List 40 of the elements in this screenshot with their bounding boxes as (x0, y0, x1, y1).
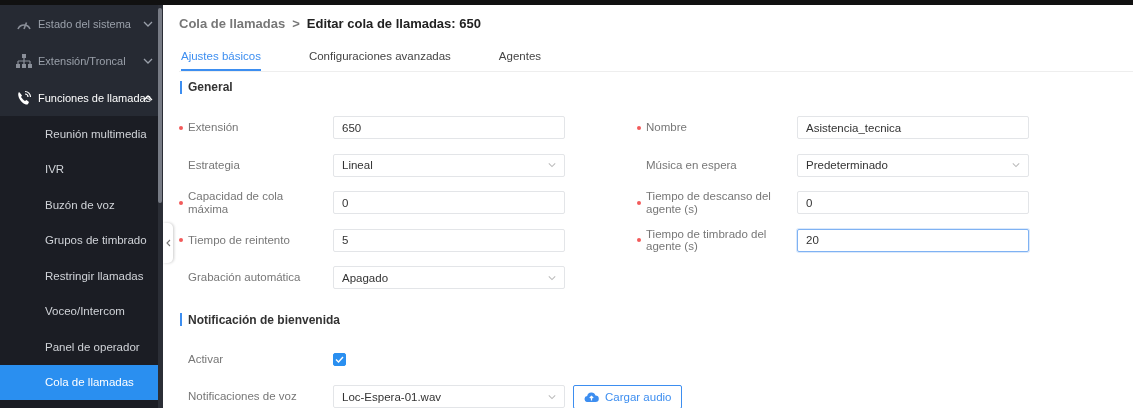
field-label: Tiempo de reintento (188, 233, 291, 247)
sidebar-item[interactable]: Funciones de llamadas (0, 79, 158, 116)
text-field[interactable]: 650 (333, 116, 565, 140)
field-label: Capacidad de cola máxima (188, 190, 285, 216)
sidebar-item[interactable]: Estado del sistema (0, 5, 158, 42)
field-label: Tiempo de descanso del agente (s) (646, 190, 772, 216)
dropdown-field[interactable]: Loc-Espera-01.wav (333, 385, 565, 408)
sidebar-subitem[interactable]: Voceo/Intercom (0, 293, 158, 329)
tab[interactable]: Agentes (498, 50, 542, 71)
field-label: Nombre (646, 121, 688, 135)
sidebar-subitem[interactable]: Restringir llamadas (0, 258, 158, 294)
dropdown-field[interactable]: Predeterminado (797, 153, 1029, 177)
page-title: Editar cola de llamadas: 650 (306, 15, 481, 31)
text-field[interactable]: 5 (333, 228, 565, 252)
sidebar-subitem[interactable]: Panel de operador (0, 329, 158, 365)
breadcrumb-separator: > (292, 15, 300, 31)
sidebar-subitem[interactable]: IVR (0, 151, 158, 187)
text-field[interactable]: 0 (797, 191, 1029, 215)
field-label: Estrategia (188, 158, 241, 172)
breadcrumb-link[interactable]: Cola de llamadas (179, 15, 286, 31)
upload-button[interactable]: Cargar audio (573, 384, 683, 408)
section-title: General (188, 80, 233, 94)
section-title: Notificación de bienvenida (188, 312, 341, 327)
sidebar-item[interactable]: Extensión/Troncal (0, 42, 158, 79)
sidebar-subitem[interactable]: Reunión multimedia (0, 116, 158, 152)
field-label: Grabación automática (188, 271, 302, 285)
field-label: Notificaciones de voz (188, 390, 298, 404)
tab[interactable]: Configuraciones avanzadas (308, 50, 451, 71)
field-label: Activar (188, 352, 225, 366)
tab[interactable]: Ajustes básicos (181, 50, 261, 71)
text-field[interactable]: 0 (333, 191, 565, 215)
dropdown-field[interactable]: Lineal (333, 153, 565, 177)
sidebar-subitem[interactable]: Buzón de voz (0, 187, 158, 223)
field-label: Música en espera (646, 158, 738, 172)
text-field[interactable]: Asistencia_tecnica (797, 116, 1029, 140)
text-field[interactable]: 20 (797, 228, 1029, 252)
field-label: Tiempo de timbrado del agente (s) (646, 227, 768, 253)
dropdown-field[interactable]: Apagado (333, 266, 565, 290)
field-label: Extensión (188, 121, 240, 135)
sidebar-subitem[interactable]: Grupos de timbrado (0, 222, 158, 258)
